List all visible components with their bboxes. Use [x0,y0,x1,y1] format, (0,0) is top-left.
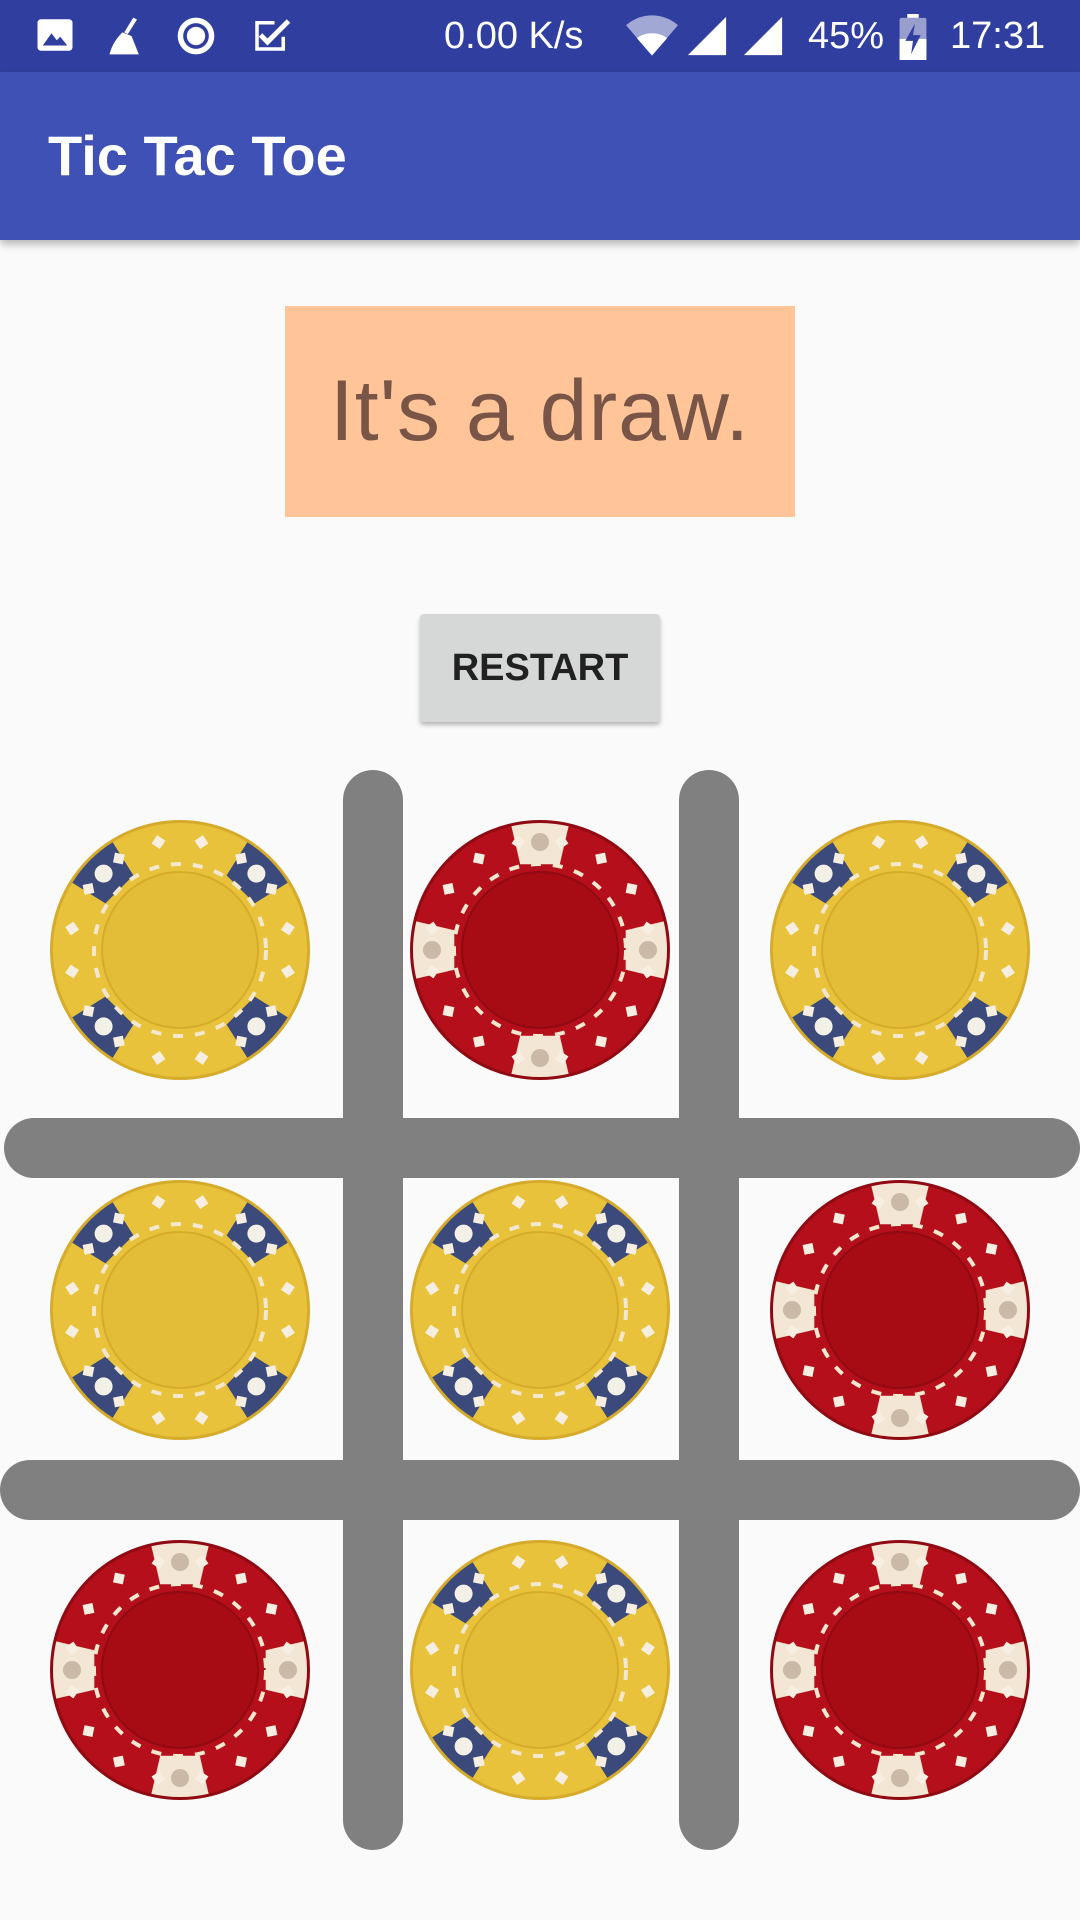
grid-line-vertical-2 [679,770,739,1850]
restart-button[interactable]: RESTART [420,614,660,722]
battery-percent: 45% [808,15,885,57]
image-icon [37,19,73,51]
signal-icon [743,16,783,56]
board-cell-2-2[interactable] [405,1175,675,1445]
checkbox-icon [255,19,291,51]
board-cell-2-1[interactable] [45,1175,315,1445]
game-board [0,765,1080,1855]
grid-line-horizontal-1 [4,1118,1080,1178]
board-cell-1-1[interactable] [45,815,315,1085]
app-bar: Tic Tac Toe [0,72,1080,240]
red-chip-icon [50,1540,310,1800]
wifi-icon [626,15,678,56]
app-title: Tic Tac Toe [48,124,347,187]
board-cell-1-3[interactable] [765,815,1035,1085]
broom-icon [109,17,139,55]
board-cell-3-3[interactable] [765,1535,1035,1805]
grid-line-horizontal-2 [0,1460,1080,1520]
yellow-chip-icon [410,1180,670,1440]
yellow-chip-icon [50,820,310,1080]
clock: 17:31 [950,15,1046,57]
board-cell-1-2[interactable] [405,815,675,1085]
red-chip-icon [770,1180,1030,1440]
result-banner: It's a draw. [285,306,795,517]
status-bar: 0.00 K/s 45% 17:31 [0,0,1080,72]
red-chip-icon [410,820,670,1080]
battery-charging-icon [899,14,927,60]
result-message: It's a draw. [329,363,751,459]
yellow-chip-icon [770,820,1030,1080]
board-cell-3-2[interactable] [405,1535,675,1805]
yellow-chip-icon [50,1180,310,1440]
signal-icon [687,16,727,56]
board-cell-2-3[interactable] [765,1175,1035,1445]
network-speed: 0.00 K/s [444,15,584,57]
circle-record-icon [177,17,215,55]
board-cell-3-1[interactable] [45,1535,315,1805]
grid-line-vertical-1 [343,770,403,1850]
red-chip-icon [770,1540,1030,1800]
yellow-chip-icon [410,1540,670,1800]
